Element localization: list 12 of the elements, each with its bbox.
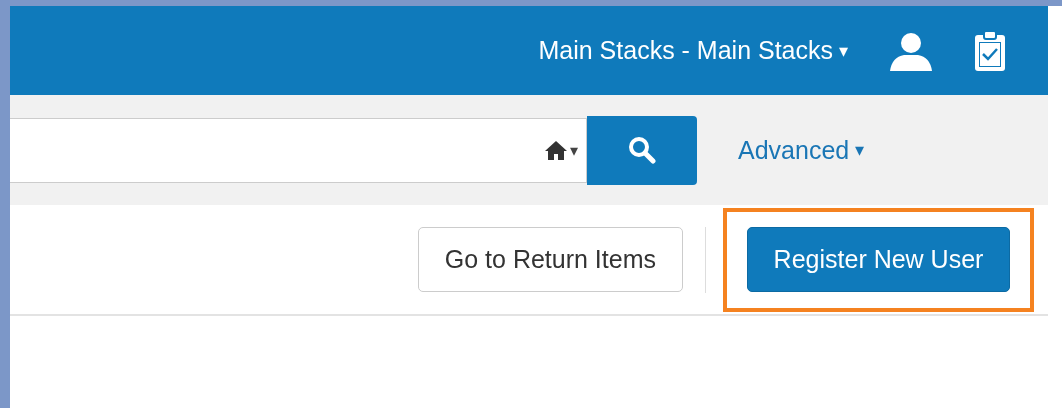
scope-dropdown[interactable]: ▾ — [544, 140, 578, 160]
home-icon — [544, 140, 568, 160]
search-icon — [628, 136, 656, 164]
return-items-button[interactable]: Go to Return Items — [417, 227, 683, 292]
search-field[interactable]: ▾ — [10, 117, 587, 183]
caret-icon: ▾ — [839, 39, 848, 62]
clipboard-check-icon[interactable] — [974, 29, 1006, 72]
register-button[interactable]: Register New User — [746, 227, 1011, 292]
search-button[interactable] — [587, 115, 697, 185]
advanced-search-link[interactable]: Advanced ▾ — [738, 135, 865, 165]
location-dropdown[interactable]: Main Stacks - Main Stacks ▾ — [538, 36, 848, 65]
user-icon[interactable] — [888, 30, 934, 71]
